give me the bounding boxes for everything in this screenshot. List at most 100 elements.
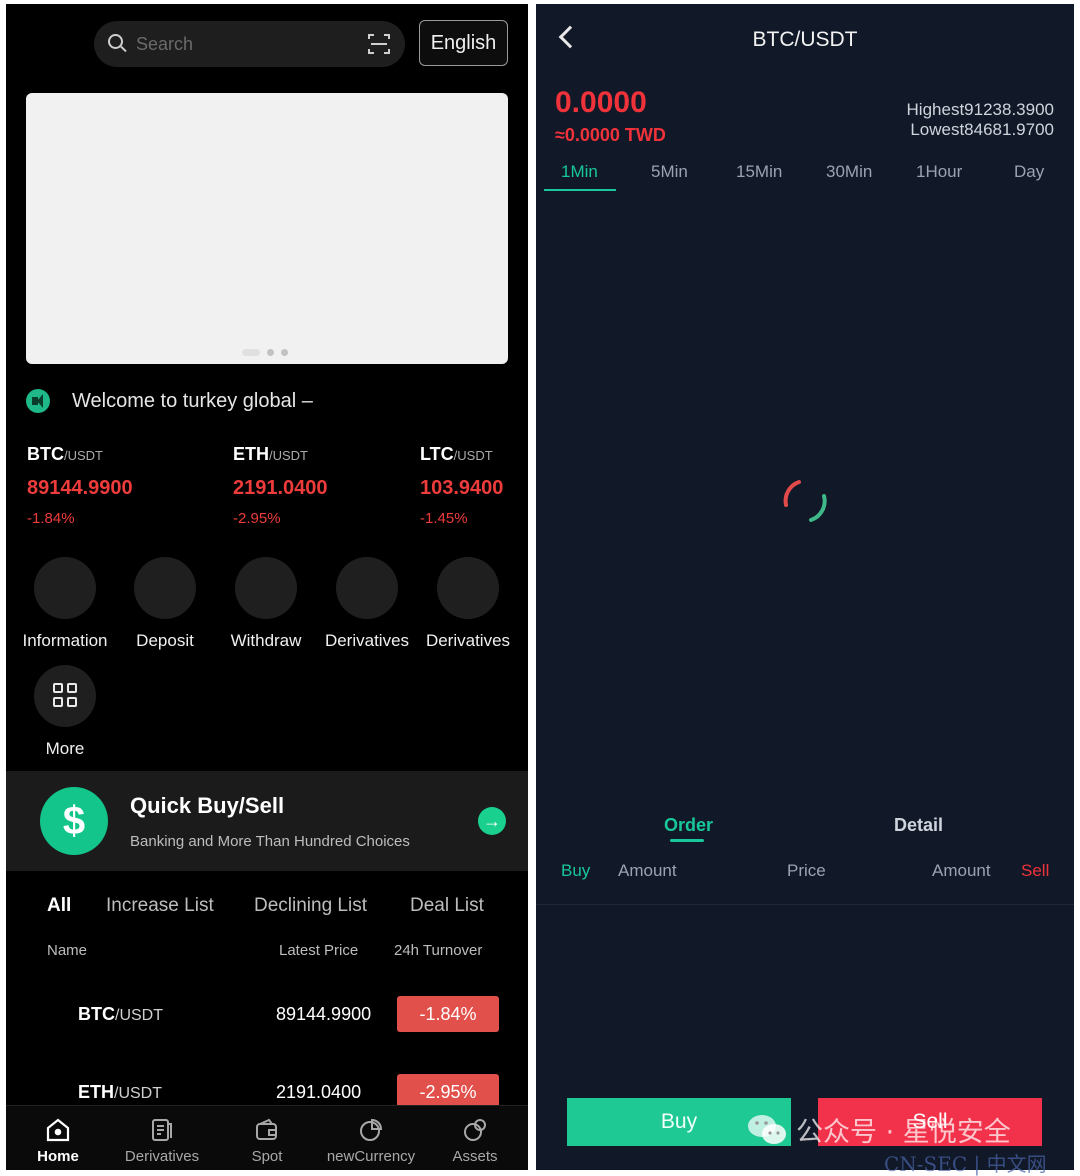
tab-spot[interactable]: Spot — [217, 1114, 317, 1165]
carousel-indicator — [242, 349, 288, 356]
tab-label: newCurrency — [326, 1148, 416, 1165]
quick-item-more[interactable]: More — [15, 665, 115, 759]
change-badge: -1.84% — [397, 996, 499, 1032]
current-price: 0.0000 — [555, 86, 647, 119]
ticker-eth[interactable]: ETH/USDT 2191.0400 -2.95% — [233, 444, 328, 527]
tab-label: Derivatives — [124, 1148, 200, 1165]
quick-item-label: Derivatives — [324, 631, 410, 650]
quick-buy-title: Quick Buy/Sell — [130, 793, 285, 818]
period-1min[interactable]: 1Min — [561, 162, 598, 182]
header-price: Price — [787, 861, 826, 880]
period-day[interactable]: Day — [1014, 162, 1044, 182]
tab-all[interactable]: All — [47, 895, 71, 917]
information-icon — [34, 557, 96, 619]
ticker-price: 103.9400 — [420, 477, 504, 499]
scan-icon[interactable] — [367, 32, 391, 56]
tab-label: Assets — [452, 1148, 498, 1165]
page-title: BTC/USDT — [752, 28, 858, 51]
ticker-quote: /USDT — [453, 448, 493, 463]
home-icon — [46, 1118, 70, 1142]
row-base: BTC — [78, 1004, 115, 1024]
bottom-tab-bar: Home Derivatives Spot newCurrency Assets — [6, 1105, 528, 1170]
price-twd: ≈0.0000 TWD — [555, 125, 666, 145]
header-sell: Sell — [1021, 861, 1050, 880]
wallet-icon — [256, 1118, 277, 1140]
speaker-icon — [26, 389, 50, 413]
quick-item-label: Derivatives — [425, 631, 511, 650]
quick-item-label: Deposit — [136, 631, 194, 650]
carousel-dot — [281, 349, 288, 356]
header-amount-sell: Amount — [932, 861, 991, 880]
pie-chart-icon — [360, 1118, 383, 1141]
watermark-subtext: CN-SEC | 中文网 — [884, 1152, 1047, 1176]
ticker-ltc[interactable]: LTC/USDT 103.9400 -1.45% — [420, 444, 503, 527]
search-bar[interactable]: Search — [94, 21, 405, 67]
market-row[interactable]: BTC/USDT 89144.9900 -1.84% — [6, 996, 528, 1036]
carousel-dot — [242, 349, 260, 356]
quick-item-withdraw[interactable]: Withdraw — [216, 557, 316, 651]
quick-item-derivatives[interactable]: Derivatives — [317, 557, 417, 651]
period-5min[interactable]: 5Min — [651, 162, 688, 182]
banner-carousel[interactable] — [26, 93, 508, 364]
tab-detail[interactable]: Detail — [894, 815, 943, 836]
period-30min[interactable]: 30Min — [826, 162, 872, 182]
announcement-bar[interactable]: Welcome to turkey global – — [26, 389, 313, 413]
period-underline — [544, 189, 616, 191]
tab-assets[interactable]: Assets — [425, 1114, 525, 1165]
tab-label: Home — [37, 1148, 79, 1165]
tab-home[interactable]: Home — [8, 1114, 108, 1165]
announcement-text: Welcome to turkey global – — [72, 389, 313, 412]
tab-derivatives[interactable]: Derivatives — [112, 1114, 212, 1165]
ticker-price: 2191.0400 — [233, 477, 328, 499]
ticker-quote: /USDT — [64, 448, 103, 463]
quick-buy-sell-card[interactable]: $ Quick Buy/Sell Banking and More Than H… — [6, 771, 528, 871]
quick-buy-subtitle: Banking and More Than Hundred Choices — [130, 833, 410, 850]
quick-item-label: Withdraw — [230, 631, 302, 650]
ticker-base: ETH — [233, 444, 269, 464]
quick-item-label: Information — [22, 631, 108, 650]
wechat-icon — [748, 1115, 786, 1144]
period-1hour[interactable]: 1Hour — [916, 162, 962, 182]
search-placeholder: Search — [136, 34, 194, 54]
row-base: ETH — [78, 1082, 114, 1102]
quick-item-deposit[interactable]: Deposit — [115, 557, 215, 651]
ticker-base: BTC — [27, 444, 64, 464]
ticker-quote: /USDT — [269, 448, 308, 463]
tab-increase-list[interactable]: Increase List — [106, 895, 214, 917]
ticker-btc[interactable]: BTC/USDT 89144.9900 -1.84% — [27, 444, 133, 527]
row-quote: /USDT — [115, 1007, 163, 1024]
arrow-right-icon[interactable]: → — [478, 807, 506, 835]
loading-spinner-icon — [783, 480, 827, 522]
search-icon — [108, 34, 123, 49]
tab-newcurrency[interactable]: newCurrency — [321, 1114, 421, 1165]
header-latest-price: Latest Price — [279, 942, 359, 959]
assets-icon — [464, 1119, 486, 1141]
header-amount-buy: Amount — [618, 861, 677, 880]
order-tab-underline — [670, 839, 704, 842]
ticker-change: -1.45% — [420, 510, 468, 527]
derivatives-icon — [336, 557, 398, 619]
tab-label: Spot — [251, 1148, 283, 1165]
carousel-dot — [267, 349, 274, 356]
dollar-icon: $ — [40, 787, 108, 855]
quick-item-derivatives-2[interactable]: Derivatives — [418, 557, 518, 651]
period-15min[interactable]: 15Min — [736, 162, 782, 182]
language-button[interactable]: English — [419, 20, 508, 66]
home-screen: Search English Welcome to turkey global … — [6, 4, 528, 1170]
tab-declining-list[interactable]: Declining List — [254, 895, 367, 917]
tab-order[interactable]: Order — [664, 815, 713, 836]
ticker-price: 89144.9900 — [27, 477, 133, 499]
quick-item-information[interactable]: Information — [15, 557, 115, 651]
watermark-text: 公众号 · 星悦安全 — [796, 1117, 1011, 1148]
row-price: 89144.9900 — [276, 1004, 372, 1024]
trade-screen: BTC/USDT 0.0000 ≈0.0000 TWD Highest91238… — [536, 4, 1074, 1170]
highest-price: Highest91238.3900 — [906, 100, 1054, 119]
tab-deal-list[interactable]: Deal List — [410, 895, 484, 917]
ticker-change: -1.84% — [27, 510, 75, 527]
row-price: 2191.0400 — [276, 1082, 362, 1102]
ticker-base: LTC — [420, 444, 454, 464]
withdraw-icon — [235, 557, 297, 619]
grid-icon — [34, 665, 96, 727]
divider — [536, 904, 1074, 905]
header-buy: Buy — [561, 861, 591, 880]
